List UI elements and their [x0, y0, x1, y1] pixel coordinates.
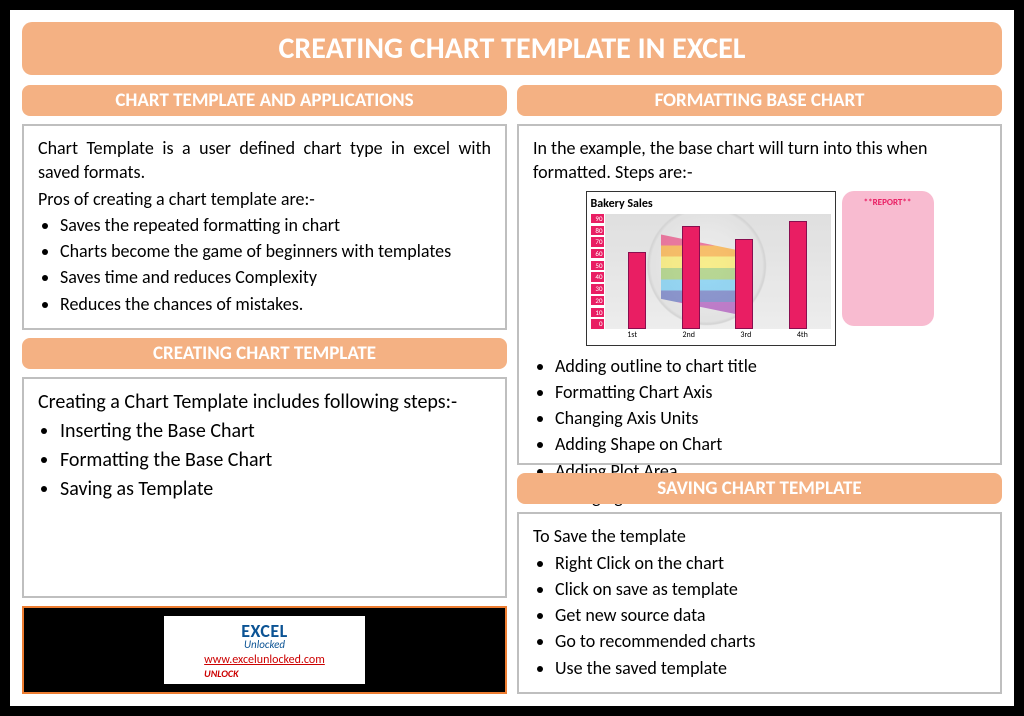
panel-creating: Creating a Chart Template includes follo…	[22, 377, 507, 598]
columns-wrap: CHART TEMPLATE AND APPLICATIONS Chart Te…	[22, 85, 1002, 694]
y-tick: 80	[591, 226, 604, 235]
list-item: Reduces the chances of mistakes.	[60, 292, 491, 316]
section-header-saving: SAVING CHART TEMPLATE	[517, 473, 1002, 504]
list-item: Adding Shape on Chart	[555, 432, 986, 456]
list-item: Adding outline to chart title	[555, 354, 986, 378]
bar-4	[789, 221, 807, 329]
mini-chart: Bakery Sales 90 80 70 60 50 40 30 20	[586, 191, 836, 346]
applications-list: Saves the repeated formatting in chart C…	[38, 213, 491, 316]
y-tick: 90	[591, 214, 604, 223]
y-tick: 40	[591, 272, 604, 281]
y-tick: 10	[591, 308, 604, 317]
right-column: FORMATTING BASE CHART In the example, th…	[517, 85, 1002, 694]
plot-area	[605, 214, 831, 329]
list-item: Saves time and reduces Complexity	[60, 265, 491, 289]
report-shape: **REPORT**	[842, 191, 934, 326]
logo-box: EXCEL Unlocked www.excelunlocked.com UNL…	[22, 606, 507, 694]
section-header-formatting: FORMATTING BASE CHART	[517, 85, 1002, 116]
x-tick: 3rd	[740, 330, 751, 341]
bar-3	[735, 239, 753, 329]
y-tick: 30	[591, 284, 604, 293]
report-label: **REPORT**	[864, 197, 912, 208]
list-item: Saving as Template	[60, 476, 491, 503]
panel-applications: Chart Template is a user defined chart t…	[22, 124, 507, 330]
creating-intro: Creating a Chart Template includes follo…	[38, 389, 491, 416]
page-container: CREATING CHART TEMPLATE IN EXCEL CHART T…	[10, 10, 1014, 706]
saving-intro: To Save the template	[533, 524, 986, 548]
section-header-creating: CREATING CHART TEMPLATE	[22, 338, 507, 369]
list-item: Formatting the Base Chart	[60, 447, 491, 474]
x-axis: 1st 2nd 3rd 4th	[591, 330, 831, 341]
logo-inner: EXCEL Unlocked www.excelunlocked.com UNL…	[164, 616, 365, 684]
x-tick: 4th	[797, 330, 808, 341]
page-title: CREATING CHART TEMPLATE IN EXCEL	[22, 22, 1002, 75]
list-item: Changing Axis Units	[555, 406, 986, 430]
list-item: Get new source data	[555, 603, 986, 627]
list-item: Right Click on the chart	[555, 551, 986, 575]
logo-url: www.excelunlocked.com	[204, 653, 325, 667]
applications-intro2: Pros of creating a chart template are:-	[38, 187, 491, 211]
logo-subtext: Unlocked	[204, 638, 325, 651]
y-tick: 50	[591, 261, 604, 270]
list-item: Charts become the game of beginners with…	[60, 239, 491, 263]
bar-2	[682, 226, 700, 328]
formatting-intro: In the example, the base chart will turn…	[533, 136, 986, 185]
y-tick: 20	[591, 296, 604, 305]
chart-title: Bakery Sales	[591, 196, 831, 212]
list-item: Inserting the Base Chart	[60, 418, 491, 445]
list-item: Use the saved template	[555, 656, 986, 680]
list-item: Saves the repeated formatting in chart	[60, 213, 491, 237]
list-item: Click on save as template	[555, 577, 986, 601]
bars-group	[605, 214, 831, 329]
list-item: Formatting Chart Axis	[555, 380, 986, 404]
y-tick: 0	[591, 319, 604, 328]
panel-saving: To Save the template Right Click on the …	[517, 512, 1002, 694]
logo-unlock: UNLOCK	[204, 667, 325, 680]
left-column: CHART TEMPLATE AND APPLICATIONS Chart Te…	[22, 85, 507, 694]
section-header-applications: CHART TEMPLATE AND APPLICATIONS	[22, 85, 507, 116]
chart-row: Bakery Sales 90 80 70 60 50 40 30 20	[533, 191, 986, 346]
chart-body: 90 80 70 60 50 40 30 20 10 0	[591, 214, 831, 329]
y-tick: 70	[591, 237, 604, 246]
list-item: Go to recommended charts	[555, 629, 986, 653]
y-axis: 90 80 70 60 50 40 30 20 10 0	[591, 214, 605, 329]
panel-formatting: In the example, the base chart will turn…	[517, 124, 1002, 465]
bar-1	[628, 252, 646, 329]
saving-list: Right Click on the chart Click on save a…	[533, 551, 986, 680]
x-tick: 2nd	[682, 330, 694, 341]
y-tick: 60	[591, 249, 604, 258]
applications-intro1: Chart Template is a user defined chart t…	[38, 136, 491, 185]
creating-list: Inserting the Base Chart Formatting the …	[38, 418, 491, 503]
x-tick: 1st	[627, 330, 637, 341]
